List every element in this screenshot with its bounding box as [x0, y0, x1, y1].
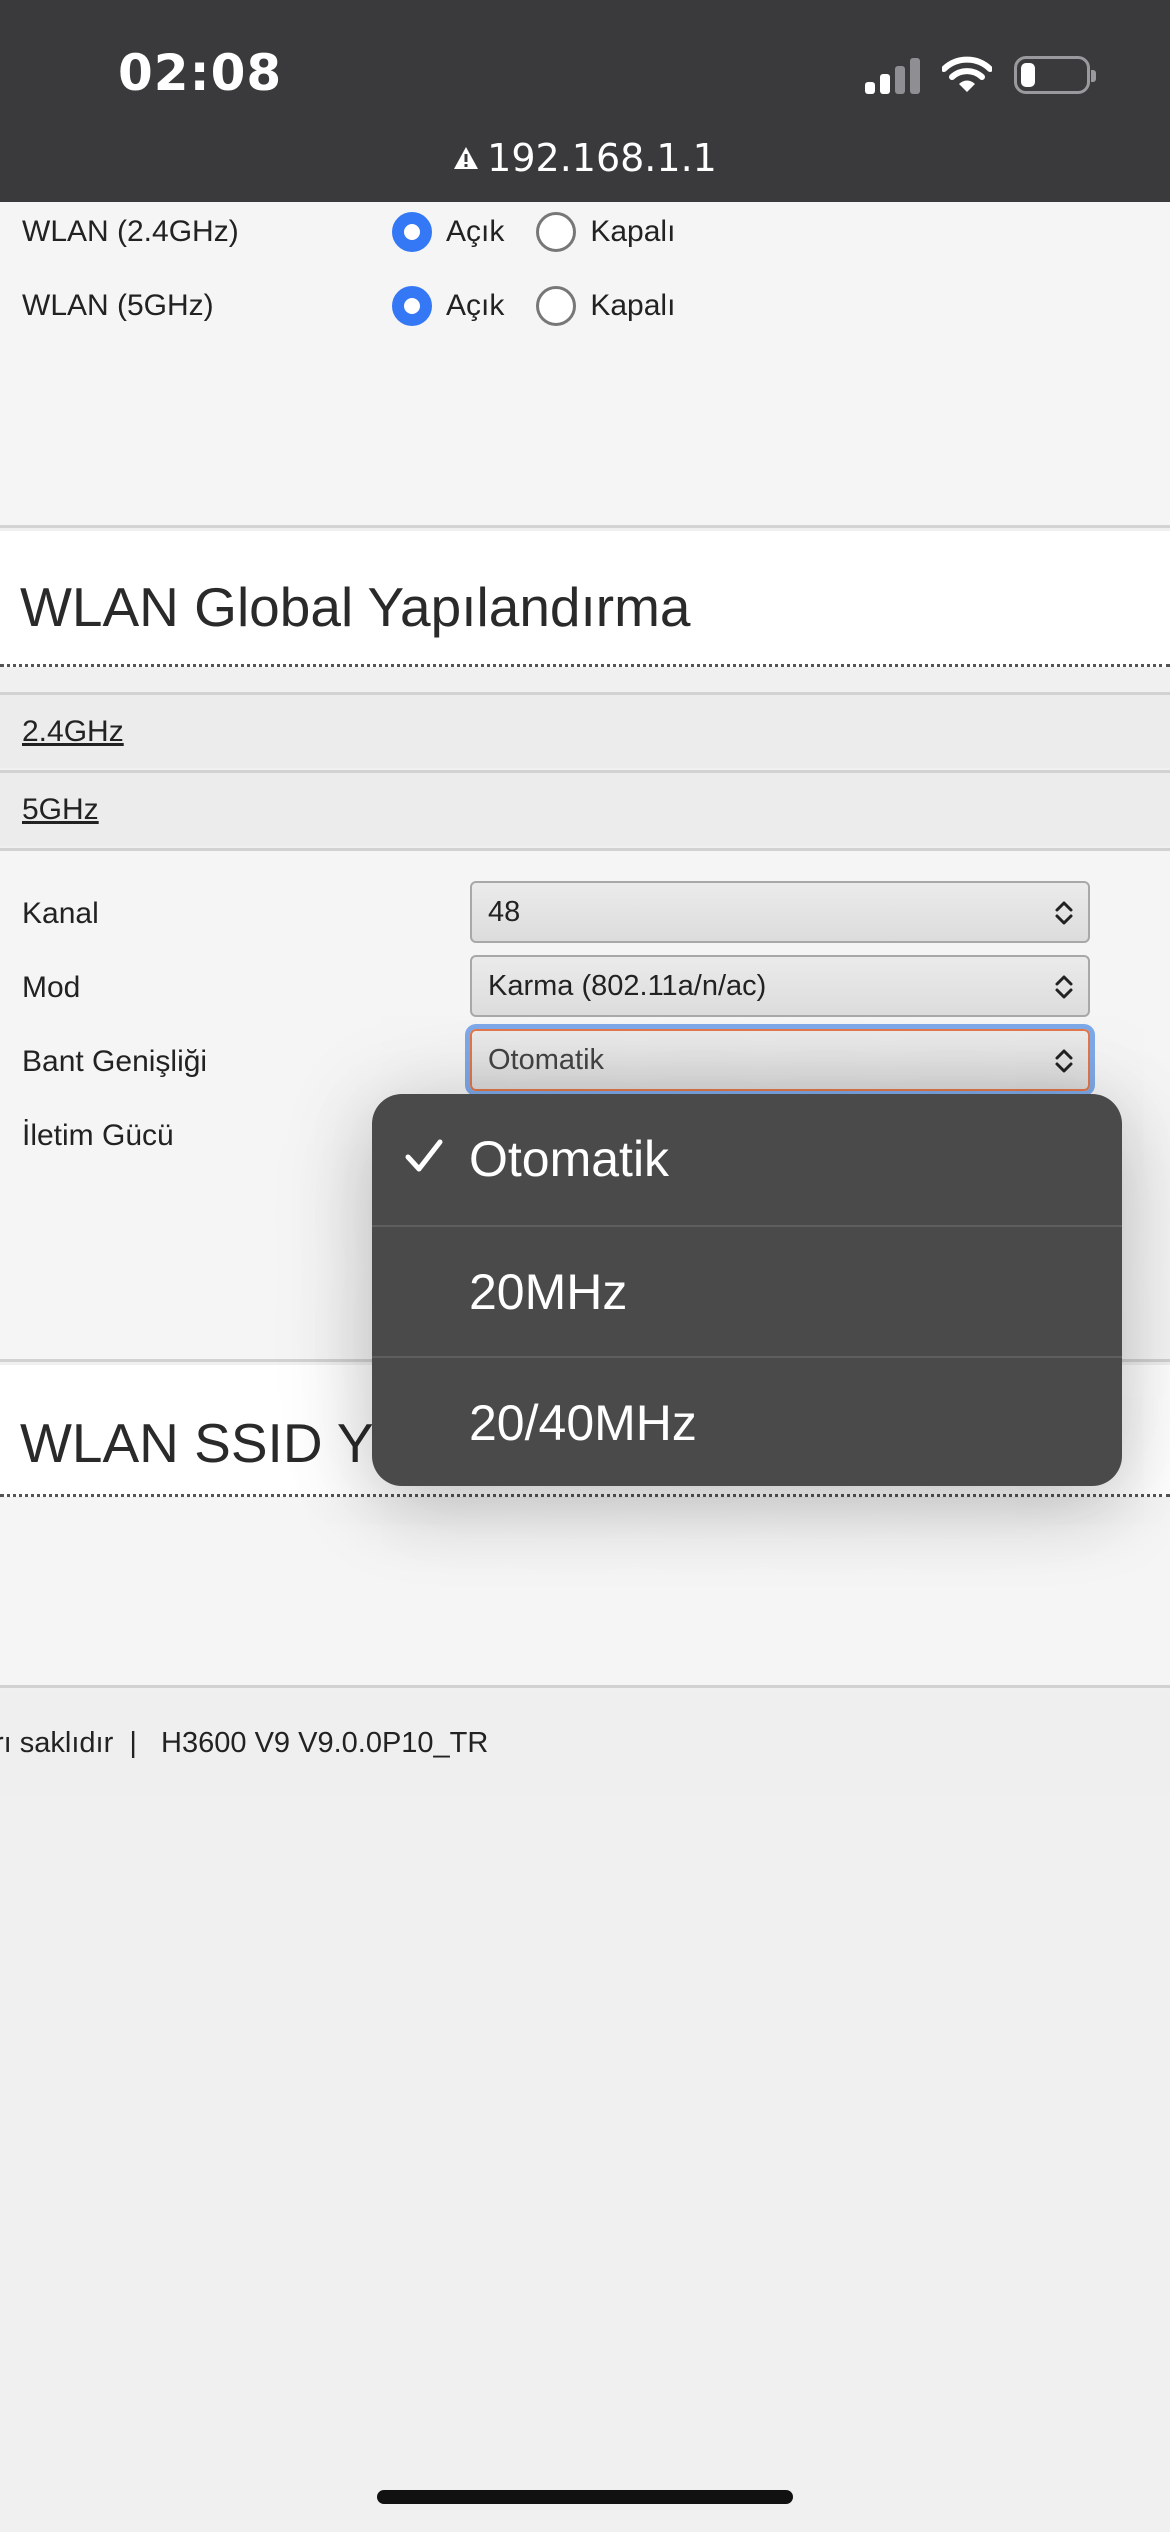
battery-icon — [1014, 56, 1096, 94]
chevron-updown-icon — [1055, 975, 1073, 999]
address-text: 192.168.1.1 — [487, 136, 717, 180]
bandwidth-value: Otomatik — [488, 1044, 605, 1076]
wlan-5ghz-off-label: Kapalı — [590, 289, 676, 322]
band-link-5ghz[interactable]: 5GHz — [22, 793, 99, 827]
chevron-updown-icon — [1055, 1049, 1073, 1073]
bandwidth-label: Bant Genişliği — [22, 1045, 208, 1078]
wlan-24ghz-off-radio[interactable] — [536, 212, 577, 252]
wlan-5ghz-label: WLAN (5GHz) — [22, 289, 214, 322]
footer-text: rı saklıdır | H3600 V9 V9.0.0P10_TR — [0, 1727, 489, 1759]
channel-select[interactable]: 48 — [470, 881, 1090, 943]
wlan-24ghz-off-label: Kapalı — [590, 215, 676, 248]
status-icons — [865, 56, 1096, 94]
band-tab-24ghz[interactable]: 2.4GHz — [0, 692, 1170, 768]
wlan-24ghz-label: WLAN (2.4GHz) — [22, 215, 239, 248]
wlan-24ghz-row: WLAN (2.4GHz) Açık Kapalı — [22, 202, 1142, 262]
footer: rı saklıdır | H3600 V9 V9.0.0P10_TR — [0, 1691, 1170, 1797]
chevron-updown-icon — [1055, 901, 1073, 925]
dropdown-option-label: 20/40MHz — [469, 1395, 697, 1451]
mode-value: Karma (802.11a/n/ac) — [488, 970, 767, 1002]
channel-label: Kanal — [22, 897, 99, 930]
ssid-panel-body — [0, 1498, 1170, 1688]
band-link-24ghz[interactable]: 2.4GHz — [22, 715, 124, 749]
dropdown-option-20-40mhz[interactable]: 20/40MHz — [372, 1356, 1122, 1486]
wlan-5ghz-off-radio[interactable] — [536, 286, 577, 326]
address-bar[interactable]: 192.168.1.1 — [0, 136, 1170, 183]
dropdown-option-otomatik[interactable]: Otomatik — [372, 1094, 1122, 1225]
dropdown-option-label: 20MHz — [469, 1264, 628, 1320]
wlan-toggle-panel: WLAN (2.4GHz) Açık Kapalı WLAN (5GHz) Aç… — [0, 202, 1170, 528]
wlan-5ghz-row: WLAN (5GHz) Açık Kapalı — [22, 276, 1142, 336]
dropdown-option-20mhz[interactable]: 20MHz — [372, 1225, 1122, 1356]
cellular-signal-icon — [865, 56, 920, 94]
wifi-icon — [942, 56, 992, 94]
home-indicator[interactable] — [377, 2490, 793, 2504]
tx-power-label: İletim Gücü — [22, 1119, 174, 1152]
checkmark-icon — [405, 1139, 443, 1172]
warning-icon — [453, 135, 479, 179]
wlan-24ghz-on-label: Açık — [446, 215, 505, 248]
status-time: 02:08 — [118, 44, 283, 102]
status-bar: 02:08 192.168.1.1 — [0, 0, 1170, 202]
bandwidth-dropdown: Otomatik 20MHz 20/40MHz — [372, 1094, 1122, 1486]
wlan-5ghz-on-radio[interactable] — [392, 286, 432, 326]
bandwidth-select[interactable]: Otomatik — [470, 1029, 1090, 1091]
mode-label: Mod — [22, 971, 81, 1004]
global-section-header: WLAN Global Yapılandırma — [0, 531, 1170, 667]
band-tab-5ghz[interactable]: 5GHz — [0, 770, 1170, 846]
mode-select[interactable]: Karma (802.11a/n/ac) — [470, 955, 1090, 1017]
channel-value: 48 — [488, 896, 521, 928]
wlan-5ghz-on-label: Açık — [446, 289, 505, 322]
global-section-title: WLAN Global Yapılandırma — [20, 576, 691, 638]
ssid-section-title: WLAN SSID Y — [20, 1412, 374, 1474]
wlan-24ghz-on-radio[interactable] — [392, 212, 432, 252]
dropdown-option-label: Otomatik — [469, 1131, 670, 1187]
